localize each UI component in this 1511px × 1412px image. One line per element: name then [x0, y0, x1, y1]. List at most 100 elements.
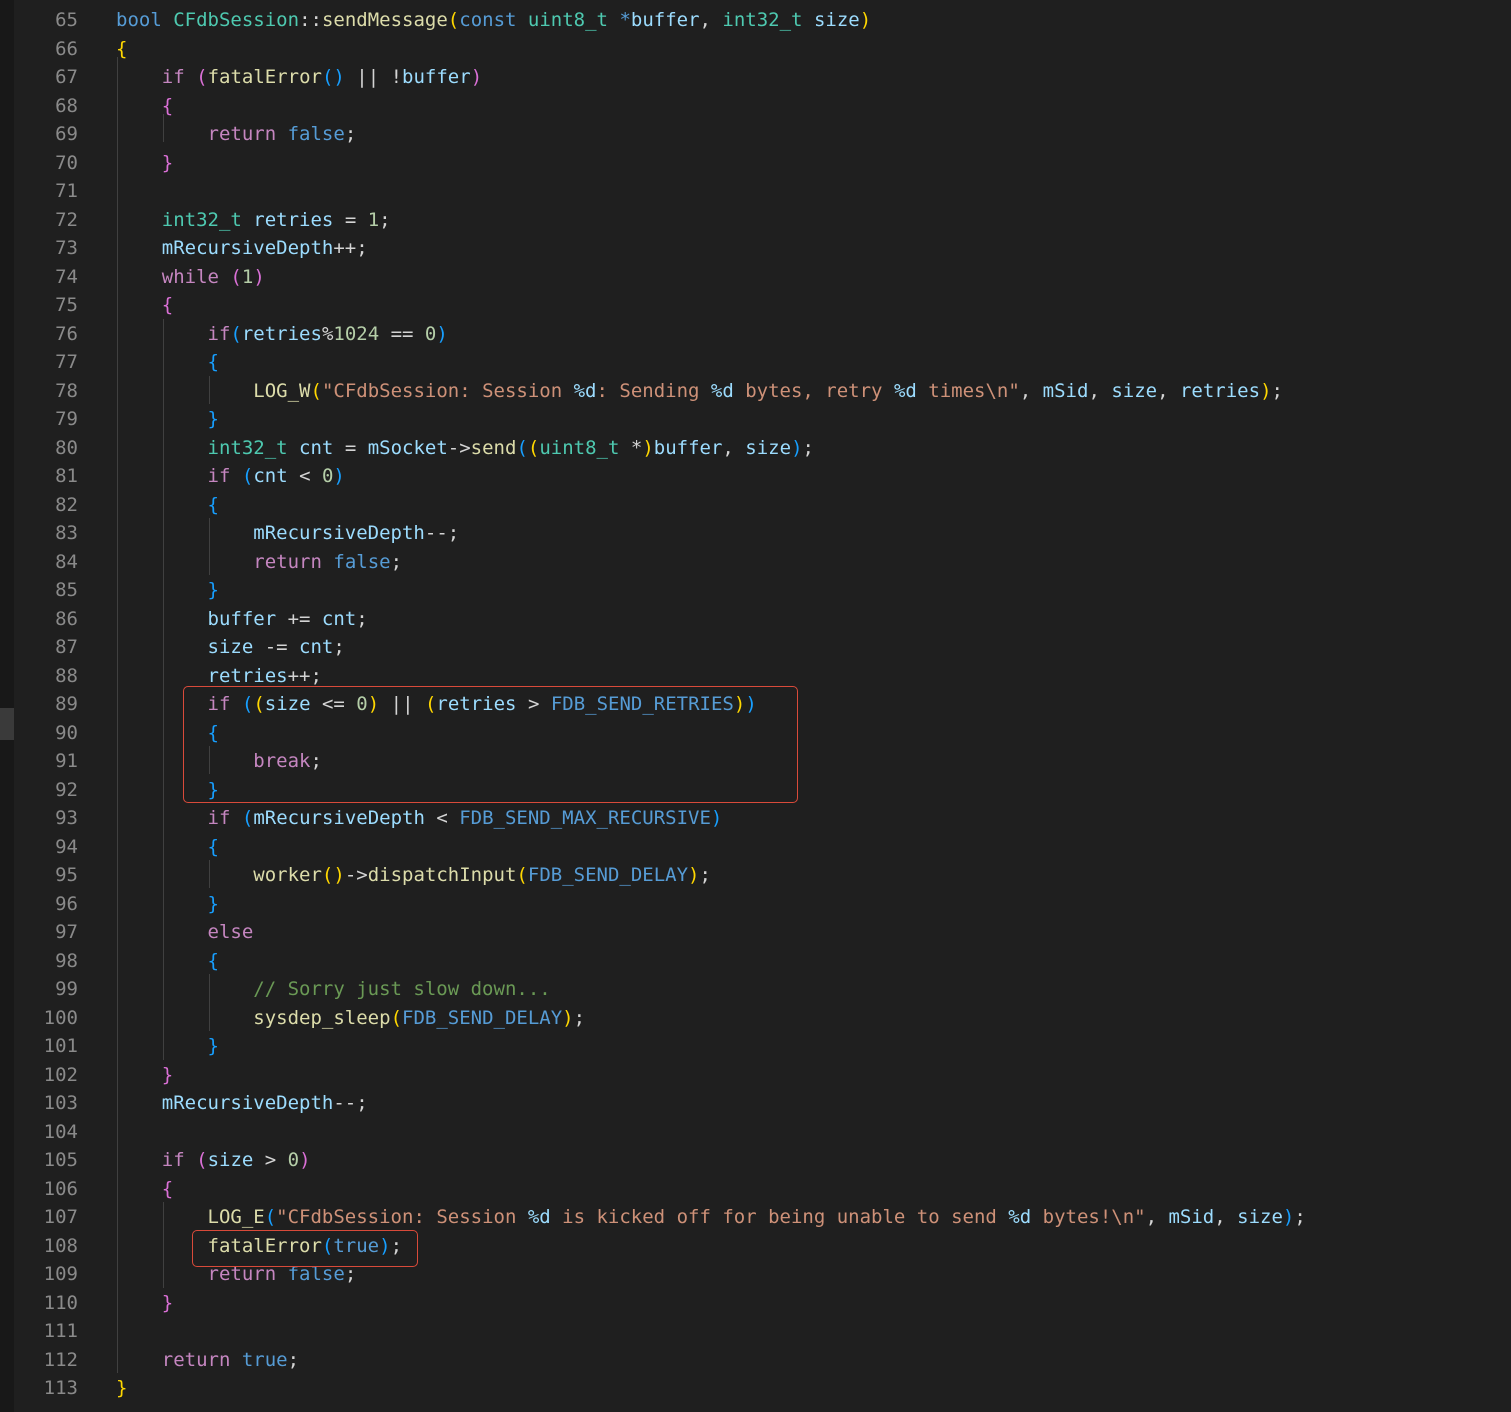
code-token: )	[333, 465, 345, 487]
code-token: {	[207, 835, 219, 858]
line-number: 111	[43, 1320, 78, 1342]
code-line[interactable]: buffer += cnt;	[116, 605, 368, 634]
code-token: %d	[527, 1206, 551, 1228]
code-line[interactable]: {	[116, 947, 219, 976]
code-line[interactable]: size -= cnt;	[116, 633, 345, 662]
code-line[interactable]: if (fatalError() || !buffer)	[116, 63, 482, 92]
code-line[interactable]: }	[116, 576, 219, 605]
code-token: ::	[299, 9, 322, 31]
code-line[interactable]: {	[116, 92, 173, 121]
code-line[interactable]: mRecursiveDepth--;	[116, 1089, 368, 1118]
code-token: -=	[253, 636, 300, 658]
code-line[interactable]: int32_t cnt = mSocket->send((uint8_t *)b…	[116, 434, 814, 463]
code-line[interactable]: return false;	[116, 548, 402, 577]
code-line[interactable]: if (size > 0)	[116, 1146, 311, 1175]
code-line[interactable]: }	[116, 405, 219, 434]
code-token: buffer	[402, 66, 471, 88]
scroll-marker[interactable]	[0, 708, 14, 740]
editor-left-strip	[0, 0, 14, 1412]
line-number: 90	[55, 721, 78, 744]
code-token: }	[207, 408, 219, 430]
code-line[interactable]: {	[116, 491, 219, 520]
code-token: )	[859, 9, 872, 31]
code-line[interactable]: }	[116, 1032, 219, 1061]
code-token: +=	[276, 607, 322, 630]
code-token: size	[813, 9, 860, 31]
code-token: ,	[1145, 1206, 1169, 1228]
code-line[interactable]: {	[116, 35, 127, 64]
code-token: (	[230, 322, 242, 345]
code-token: }	[116, 1377, 128, 1399]
code-line[interactable]: {	[116, 291, 173, 320]
code-line[interactable]: return true;	[116, 1346, 299, 1375]
code-line[interactable]: {	[116, 348, 219, 377]
code-token: size	[1111, 379, 1158, 402]
code-line[interactable]: LOG_W("CFdbSession: Session %d: Sending …	[116, 377, 1283, 406]
line-number: 103	[43, 1092, 78, 1114]
code-token: false	[287, 123, 345, 145]
code-token: while	[161, 265, 219, 288]
code-editor[interactable]: 65 66 67 68 69 70 71 72 73 74 75 76 77 78 79 80 81 82 83 84…	[0, 0, 1511, 1412]
code-line[interactable]: int32_t retries = 1;	[116, 206, 391, 235]
code-line[interactable]: mRecursiveDepth++;	[116, 234, 368, 263]
line-number: 82	[55, 493, 78, 516]
code-token: int32_t	[207, 436, 288, 459]
code-line[interactable]: worker()->dispatchInput(FDB_SEND_DELAY);	[116, 861, 711, 890]
code-line[interactable]: sysdep_sleep(FDB_SEND_DELAY);	[116, 1004, 585, 1033]
code-token: size	[745, 436, 792, 459]
code-line[interactable]: if (mRecursiveDepth < FDB_SEND_MAX_RECUR…	[116, 804, 723, 833]
code-token: (	[447, 9, 460, 31]
code-token: send	[470, 436, 517, 459]
code-line[interactable]: {	[116, 833, 219, 862]
code-line[interactable]: return false;	[116, 120, 357, 149]
code-token: ;	[1294, 1206, 1306, 1228]
line-number: 84	[55, 550, 78, 573]
line-number: 100	[43, 1006, 78, 1029]
code-line[interactable]: LOG_E("CFdbSession: Session %d is kicked…	[116, 1203, 1306, 1232]
code-line[interactable]: bool CFdbSession::sendMessage(const uint…	[116, 6, 871, 35]
code-token: 0	[424, 322, 437, 345]
code-line[interactable]: }	[116, 1289, 173, 1318]
code-token: {	[161, 1177, 174, 1200]
code-token: fatalError	[207, 66, 322, 88]
code-token: retries	[253, 208, 334, 231]
line-number: 80	[55, 436, 78, 459]
code-token: false	[333, 550, 391, 573]
code-token: FDB_SEND_DELAY	[527, 864, 689, 886]
line-number: 109	[43, 1263, 78, 1285]
code-token: ;	[333, 636, 345, 658]
code-line[interactable]: }	[116, 1374, 127, 1403]
code-token: ,	[1019, 379, 1043, 402]
code-line[interactable]: mRecursiveDepth--;	[116, 519, 459, 548]
code-line[interactable]: }	[116, 890, 219, 919]
line-number: 105	[43, 1149, 78, 1171]
code-line[interactable]: else	[116, 918, 254, 947]
code-line[interactable]: if(retries%1024 == 0)	[116, 320, 448, 349]
code-token: sendMessage	[321, 9, 448, 31]
code-line[interactable]: if (cnt < 0)	[116, 462, 345, 491]
code-token: retries	[1179, 379, 1261, 402]
code-line[interactable]: }	[116, 1061, 173, 1090]
code-line[interactable]: while (1)	[116, 263, 265, 292]
code-token: bool	[116, 9, 162, 31]
code-token: (	[241, 465, 254, 487]
code-line[interactable]: }	[116, 149, 173, 178]
code-token: %d	[573, 379, 597, 402]
line-number: 96	[55, 892, 78, 915]
code-line[interactable]: {	[116, 1175, 173, 1204]
code-line[interactable]: // Sorry just slow down...	[116, 975, 550, 1004]
code-token: cnt	[299, 436, 334, 459]
code-token: =	[333, 208, 368, 231]
code-token: bytes, retry	[733, 379, 894, 402]
code-token: ()	[321, 66, 345, 88]
code-token: )	[470, 66, 483, 88]
